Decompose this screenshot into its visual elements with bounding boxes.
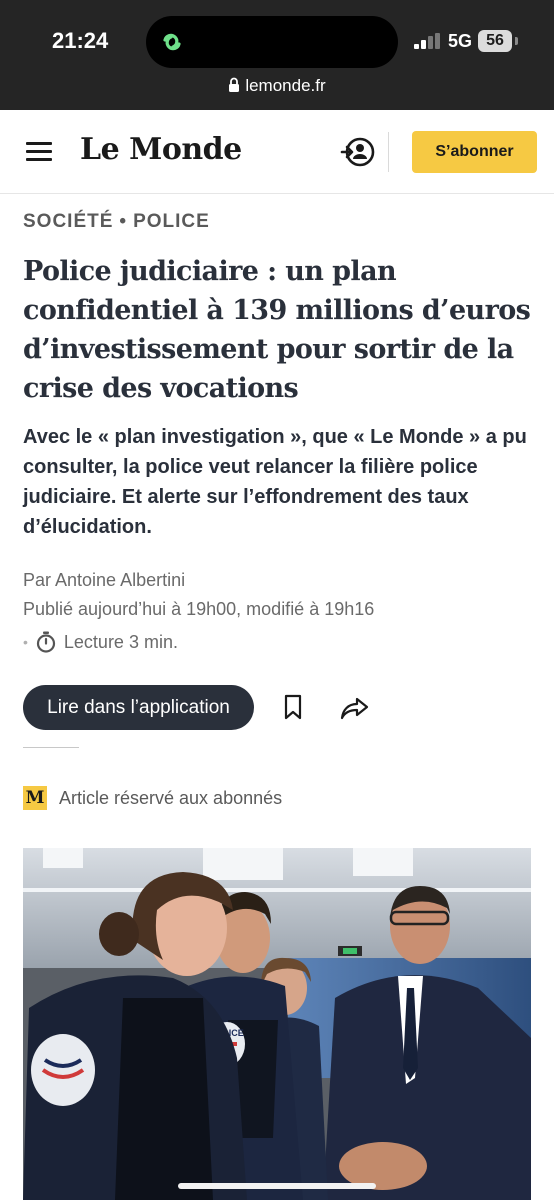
breadcrumb-section[interactable]: SOCIÉTÉ bbox=[23, 211, 113, 232]
subscriber-only-label: Article réservé aux abonnés bbox=[59, 787, 283, 808]
site-header: Le Monde S’abonner bbox=[0, 110, 554, 194]
stopwatch-icon bbox=[36, 631, 56, 653]
battery-tip bbox=[515, 37, 518, 45]
divider bbox=[23, 747, 79, 748]
reading-time: • Lecture 3 min. bbox=[23, 631, 178, 653]
reading-time-text: Lecture 3 min. bbox=[63, 631, 178, 652]
reading-time-bullet: • bbox=[23, 634, 28, 650]
subscriber-only-notice: M Article réservé aux abonnés bbox=[23, 786, 282, 810]
read-in-app-button[interactable]: Lire dans l’application bbox=[23, 685, 254, 730]
subscriber-m-icon: M bbox=[23, 786, 47, 810]
subscribe-button[interactable]: S’abonner bbox=[412, 131, 537, 173]
header-divider bbox=[388, 132, 389, 172]
battery-level: 56 bbox=[478, 30, 512, 52]
lock-icon bbox=[229, 77, 240, 92]
network-type: 5G bbox=[448, 31, 473, 51]
article-headline: Police judiciaire : un plan confidentiel… bbox=[23, 256, 531, 404]
account-icon[interactable] bbox=[340, 136, 376, 168]
signal-icon bbox=[414, 33, 440, 49]
share-icon[interactable] bbox=[340, 696, 370, 720]
article-author[interactable]: Par Antoine Albertini bbox=[23, 570, 185, 591]
article-photo[interactable]: POLICE bbox=[23, 848, 531, 1200]
breadcrumb: SOCIÉTÉ • POLICE bbox=[23, 211, 210, 233]
menu-icon[interactable] bbox=[26, 142, 54, 162]
activity-icon bbox=[163, 33, 181, 51]
home-indicator[interactable] bbox=[178, 1183, 376, 1189]
url-text: lemonde.fr bbox=[245, 76, 326, 95]
article-publish-date: Publié aujourd’hui à 19h00, modifié à 19… bbox=[23, 599, 375, 619]
dynamic-island bbox=[146, 16, 398, 68]
article-lede: Avec le « plan investigation », que « Le… bbox=[23, 426, 527, 538]
status-time: 21:24 bbox=[52, 28, 109, 53]
breadcrumb-subsection[interactable]: POLICE bbox=[133, 211, 210, 232]
site-logo[interactable]: Le Monde bbox=[80, 132, 242, 167]
breadcrumb-separator: • bbox=[119, 211, 128, 232]
address-bar[interactable]: lemonde.fr bbox=[0, 76, 554, 96]
status-bar: 21:24 5G 56 lemonde.fr bbox=[0, 0, 554, 110]
bookmark-icon[interactable] bbox=[282, 694, 304, 720]
